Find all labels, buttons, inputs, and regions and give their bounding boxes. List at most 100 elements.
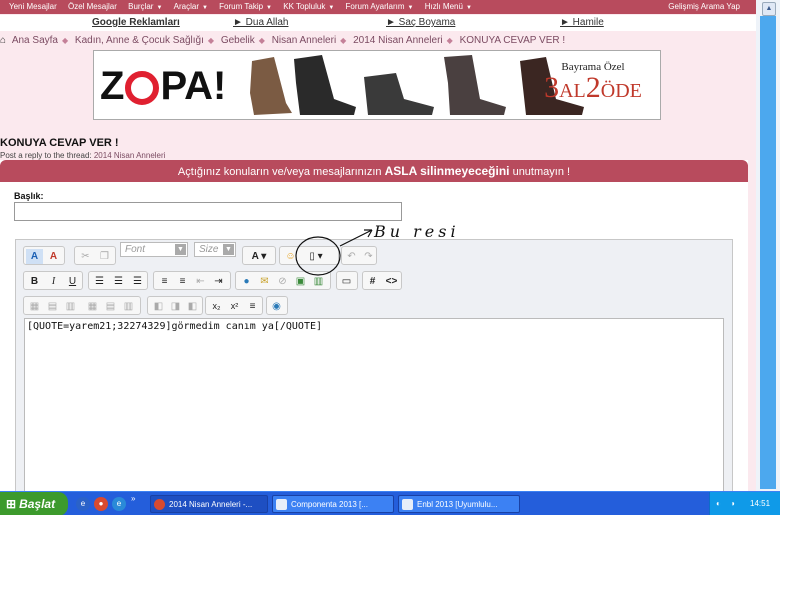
- clock[interactable]: 14:51: [750, 492, 770, 515]
- taskbar-task[interactable]: Enbl 2013 [Uyumlulu...: [398, 495, 520, 513]
- table-icon[interactable]: ▦: [26, 299, 43, 314]
- breadcrumb-separator-icon: ◆: [207, 36, 215, 45]
- page-title: KONUYA CEVAP VER !: [0, 137, 119, 149]
- cell-center-icon[interactable]: ◨: [167, 299, 184, 314]
- title-input[interactable]: [14, 202, 402, 221]
- nav-quick-menu[interactable]: Hızlı Menü ▼: [425, 0, 472, 15]
- scroll-up-icon[interactable]: ▲: [762, 2, 776, 16]
- size-select[interactable]: Size ▼: [194, 242, 236, 257]
- scrollbar-thumb[interactable]: [760, 16, 776, 489]
- cell-right-icon[interactable]: ◧: [184, 299, 201, 314]
- breadcrumb: ⌂ Ana Sayfa ◆ Kadın, Anne & Çocuk Sağlığı…: [0, 34, 756, 48]
- home-icon[interactable]: ⌂: [0, 35, 6, 46]
- nav-community[interactable]: KK Topluluk ▼: [283, 0, 334, 15]
- outdent-icon[interactable]: ⇤: [192, 274, 209, 289]
- title-label: Başlık:: [14, 191, 44, 201]
- message-textarea[interactable]: [QUOTE=yarem21;32274329]görmedim canım y…: [24, 318, 724, 508]
- nav-private-messages[interactable]: Özel Mesajlar: [68, 0, 117, 14]
- breadcrumb-item[interactable]: 2014 Nisan Anneleri: [353, 35, 443, 46]
- breadcrumb-item[interactable]: Kadın, Anne & Çocuk Sağlığı: [75, 35, 204, 46]
- advanced-search-link[interactable]: Gelişmiş Arama Yap: [668, 0, 740, 14]
- toolbar-group-mode: A A: [23, 246, 65, 265]
- nav-forum-follow[interactable]: Forum Takip ▼: [219, 0, 272, 15]
- cut-icon[interactable]: ✂: [77, 249, 94, 264]
- breadcrumb-item[interactable]: Ana Sayfa: [12, 35, 58, 46]
- align-center-icon[interactable]: ☰: [110, 274, 127, 289]
- spellcheck-icon[interactable]: ◉: [268, 299, 285, 314]
- promo-text: Bayrama Özel 3AL2ÖDE: [544, 61, 642, 104]
- reply-form-panel: Açtığınız konuların ve/veya mesajlarınız…: [0, 160, 748, 508]
- taskbar-task[interactable]: Componenta 2013 [...: [272, 495, 394, 513]
- table-split-icon[interactable]: ▤: [102, 299, 119, 314]
- document-icon: [276, 499, 287, 510]
- quicklaunch-ie-icon[interactable]: e: [112, 497, 126, 511]
- horizontal-rule-icon[interactable]: ≡: [244, 299, 261, 314]
- nav-horoscopes[interactable]: Burçlar ▼: [128, 0, 162, 15]
- bold-icon[interactable]: B: [26, 274, 43, 289]
- caret-down-icon: ▼: [201, 5, 208, 11]
- breadcrumb-separator-icon: ◆: [446, 36, 453, 45]
- toolbar-group-color: A ▾: [242, 246, 276, 265]
- cell-left-icon[interactable]: ◧: [150, 299, 167, 314]
- remove-format-icon[interactable]: A: [45, 249, 62, 264]
- document-icon: [402, 499, 413, 510]
- unordered-list-icon[interactable]: ≡: [174, 274, 191, 289]
- text-color-icon[interactable]: A ▾: [245, 249, 273, 264]
- ad-link-sac-boyama[interactable]: ► Saç Boyama: [386, 15, 455, 31]
- breadcrumb-separator-icon: ◆: [340, 36, 347, 45]
- caret-down-icon: ▼: [328, 5, 335, 11]
- ordered-list-icon[interactable]: ≡: [156, 274, 173, 289]
- link-icon[interactable]: ●: [238, 274, 255, 289]
- nav-forum-settings[interactable]: Forum Ayarlarım ▼: [346, 0, 414, 15]
- breadcrumb-item[interactable]: Nisan Anneleri: [272, 35, 336, 46]
- align-right-icon[interactable]: ☰: [129, 274, 146, 289]
- chevron-down-icon: ▼: [223, 244, 234, 255]
- align-left-icon[interactable]: ☰: [91, 274, 108, 289]
- toolbar-group-clipboard: ✂ ❐: [74, 246, 116, 265]
- ad-link-dua[interactable]: ► Dua Allah: [233, 15, 288, 31]
- thread-link[interactable]: 2014 Nisan Anneleri: [94, 151, 166, 160]
- superscript-icon[interactable]: x²: [226, 299, 243, 314]
- toolbar-group-style: B I U: [23, 271, 83, 290]
- copy-icon[interactable]: ❐: [96, 249, 113, 264]
- toolbar-group-table: ▦ ▤ ▥ ▦ ▤ ▥: [23, 296, 141, 315]
- table-row-icon[interactable]: ▤: [44, 299, 61, 314]
- underline-icon[interactable]: U: [64, 274, 81, 289]
- vertical-scrollbar[interactable]: ▲: [756, 0, 780, 491]
- caret-down-icon: ▼: [407, 5, 414, 11]
- font-select[interactable]: Font ▼: [120, 242, 188, 257]
- browser-viewport: Yeni Mesajlar Özel Mesajlar Burçlar ▼ Ara…: [0, 0, 780, 515]
- subscript-icon[interactable]: x₂: [208, 299, 225, 314]
- quicklaunch-expand-icon[interactable]: »: [131, 494, 135, 503]
- table-merge-icon[interactable]: ▦: [84, 299, 101, 314]
- toolbar-group-script: x₂ x² ≡: [205, 296, 263, 315]
- network-icon[interactable]: ◐: [716, 492, 721, 515]
- chrome-icon: [154, 499, 165, 510]
- quicklaunch-chrome-icon[interactable]: ●: [94, 497, 108, 511]
- unlink-icon[interactable]: ⊘: [274, 274, 291, 289]
- annotation-text: Bu resi: [374, 222, 460, 241]
- ad-link-hamile[interactable]: ► Hamile: [560, 15, 604, 31]
- volume-icon[interactable]: ◑: [730, 492, 735, 515]
- windows-flag-icon: ⊞: [6, 497, 17, 511]
- breadcrumb-item[interactable]: Gebelik: [221, 35, 255, 46]
- caret-down-icon: ▼: [266, 5, 272, 11]
- switch-editor-mode-icon[interactable]: A: [26, 249, 43, 264]
- nav-tools[interactable]: Araçlar ▼: [174, 0, 208, 15]
- email-icon[interactable]: ✉: [256, 274, 273, 289]
- taskbar-task[interactable]: 2014 Nisan Anneleri -...: [150, 495, 268, 513]
- windows-taskbar: ⊞ Başlat e ● e » 2014 Nisan Anneleri -...…: [0, 491, 780, 515]
- table-delete-icon[interactable]: ▥: [120, 299, 137, 314]
- indent-icon[interactable]: ⇥: [210, 274, 227, 289]
- quicklaunch-browser-icon[interactable]: e: [76, 497, 90, 511]
- system-tray: ◐ ◑ 14:51: [709, 492, 780, 515]
- table-col-icon[interactable]: ▥: [62, 299, 79, 314]
- zoopa-logo: Z PA!: [100, 64, 227, 108]
- sponsored-links-bar: Google Reklamları ► Dua Allah ► Saç Boya…: [0, 15, 756, 31]
- start-button[interactable]: ⊞ Başlat: [0, 492, 68, 515]
- nav-new-messages[interactable]: Yeni Mesajlar: [9, 0, 57, 14]
- advertisement-banner[interactable]: Z PA! Bayrama Özel 3AL2ÖDE: [93, 50, 661, 120]
- google-ads-link[interactable]: Google Reklamları: [92, 15, 180, 31]
- italic-icon[interactable]: I: [45, 274, 62, 289]
- breadcrumb-current: KONUYA CEVAP VER !: [459, 35, 566, 46]
